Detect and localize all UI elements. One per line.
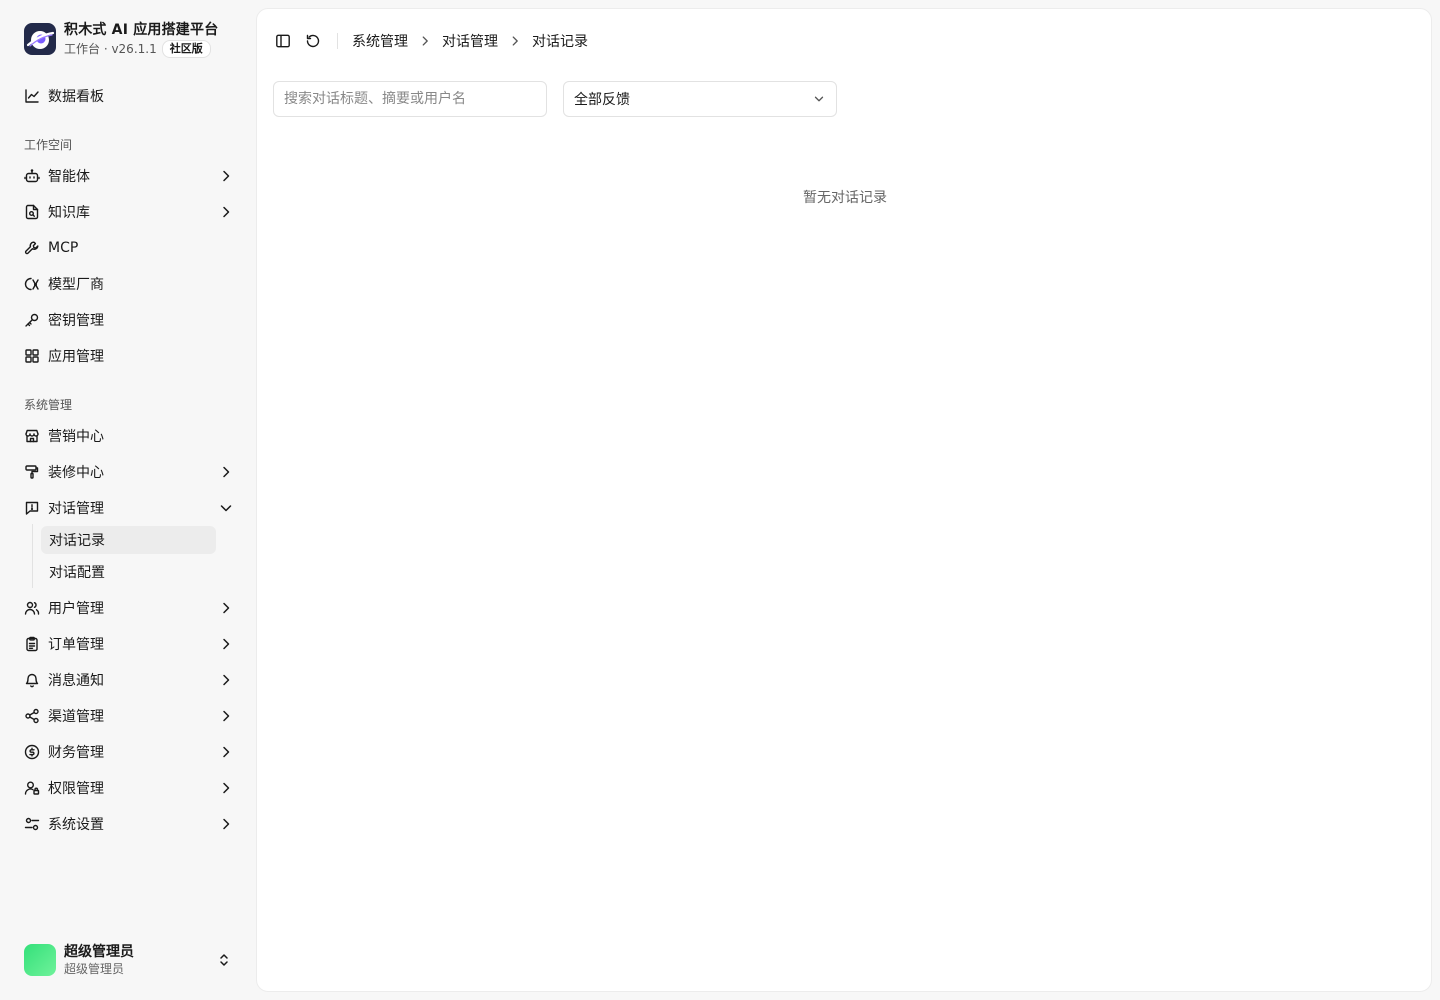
workspace-heading: 工作空间 xyxy=(24,138,73,152)
clipboard-icon xyxy=(24,636,40,652)
chevron-right-icon xyxy=(223,602,230,614)
file-search-icon xyxy=(24,204,40,220)
chevron-right-icon xyxy=(223,170,230,182)
chevrons-up-down-icon xyxy=(220,954,228,966)
sidebar-item-apps[interactable]: 应用管理 xyxy=(16,340,240,372)
chevron-right-icon xyxy=(223,466,230,478)
chevron-right-icon xyxy=(223,818,230,830)
sidebar-item-users[interactable]: 用户管理 xyxy=(16,592,240,624)
grid-icon xyxy=(24,348,40,364)
chevron-right-icon xyxy=(422,36,428,46)
message-icon xyxy=(24,500,40,516)
toolbar-divider xyxy=(337,33,338,49)
panel-left-icon xyxy=(276,34,290,48)
line-chart-icon xyxy=(24,88,40,104)
sidebar-item-label: 渠道管理 xyxy=(48,709,104,725)
breadcrumb-item[interactable]: 对话管理 xyxy=(442,31,498,51)
bot-icon xyxy=(24,168,40,184)
sidebar-subitem-conversation-config[interactable]: 对话配置 xyxy=(41,558,216,586)
sidebar-item-label: 订单管理 xyxy=(48,637,104,653)
chevron-right-icon xyxy=(223,782,230,794)
sidebar-item-notifications[interactable]: 消息通知 xyxy=(16,664,240,696)
sidebar-item-label: 数据看板 xyxy=(48,89,104,105)
feedback-filter-value: 全部反馈 xyxy=(574,92,630,108)
chevron-down-icon xyxy=(220,505,232,512)
edition-badge: 社区版 xyxy=(161,40,211,58)
brand[interactable]: 积木式 AI 应用搭建平台 工作台 · v26.1.1 社区版 xyxy=(24,20,218,58)
sidebar-item-permissions[interactable]: 权限管理 xyxy=(16,772,240,804)
chevron-right-icon xyxy=(223,206,230,218)
app-root: 积木式 AI 应用搭建平台 工作台 · v26.1.1 社区版 数据看板 工作空… xyxy=(0,0,1440,1000)
brand-title: 积木式 AI 应用搭建平台 xyxy=(64,22,219,38)
sidebar-item-marketing[interactable]: 营销中心 xyxy=(16,420,240,452)
sidebar-item-label: MCP xyxy=(48,240,79,256)
user-role: 超级管理员 xyxy=(64,962,125,976)
settings-sliders-icon xyxy=(24,816,40,832)
sidebar-item-dashboard[interactable]: 数据看板 xyxy=(16,80,240,112)
sidebar-item-label: 智能体 xyxy=(48,169,90,185)
system-heading: 系统管理 xyxy=(24,398,73,412)
sidebar-item-conversations[interactable]: 对话管理 xyxy=(16,492,240,524)
brand-logo xyxy=(24,23,56,55)
users-icon xyxy=(24,600,40,616)
sidebar-item-label: 财务管理 xyxy=(48,745,104,761)
sidebar-item-model-vendors[interactable]: 模型厂商 xyxy=(16,268,240,300)
chevron-right-icon xyxy=(512,36,518,46)
sidebar-item-label: 营销中心 xyxy=(48,429,104,445)
breadcrumb: 系统管理 对话管理 对话记录 xyxy=(352,31,588,51)
sidebar-item-label: 权限管理 xyxy=(48,781,104,797)
sidebar-toggle-button[interactable] xyxy=(273,31,293,51)
chevron-down-icon xyxy=(814,96,824,102)
chevron-right-icon xyxy=(223,638,230,650)
chevron-right-icon xyxy=(223,674,230,686)
brand-version: 工作台 · v26.1.1 xyxy=(64,42,157,56)
key-icon xyxy=(24,312,40,328)
user-menu[interactable]: 超级管理员 超级管理员 xyxy=(24,940,240,980)
empty-state-text: 暂无对话记录 xyxy=(803,190,887,206)
sidebar-subitem-conversation-records[interactable]: 对话记录 xyxy=(41,526,216,554)
sidebar-item-label: 消息通知 xyxy=(48,673,104,689)
paint-roller-icon xyxy=(24,464,40,480)
sidebar-item-label: 模型厂商 xyxy=(48,277,104,293)
feedback-filter-select[interactable]: 全部反馈 xyxy=(563,81,837,117)
sidebar-item-label: 密钥管理 xyxy=(48,313,104,329)
sidebar-item-agents[interactable]: 智能体 xyxy=(16,160,240,192)
breadcrumb-current: 对话记录 xyxy=(532,34,588,50)
sidebar-item-label: 知识库 xyxy=(48,205,90,221)
user-lock-icon xyxy=(24,780,40,796)
sidebar-item-label: 装修中心 xyxy=(48,465,104,481)
refresh-icon xyxy=(306,34,320,48)
sidebar-item-keys[interactable]: 密钥管理 xyxy=(16,304,240,336)
sidebar-item-mcp[interactable]: MCP xyxy=(16,232,240,264)
sidebar-item-label: 对话管理 xyxy=(48,501,104,517)
sidebar-item-knowledge[interactable]: 知识库 xyxy=(16,196,240,228)
sidebar-item-orders[interactable]: 订单管理 xyxy=(16,628,240,660)
sidebar-item-decoration[interactable]: 装修中心 xyxy=(16,456,240,488)
sidebar-item-finance[interactable]: 财务管理 xyxy=(16,736,240,768)
top-bar: 系统管理 对话管理 对话记录 xyxy=(273,29,588,53)
dollar-icon xyxy=(24,744,40,760)
model-icon xyxy=(24,276,40,292)
breadcrumb-item[interactable]: 系统管理 xyxy=(352,31,408,51)
bell-icon xyxy=(24,672,40,688)
share-icon xyxy=(24,708,40,724)
sidebar-item-settings[interactable]: 系统设置 xyxy=(16,808,240,840)
user-name: 超级管理员 xyxy=(64,944,134,960)
sidebar-item-label: 应用管理 xyxy=(48,349,104,365)
sidebar-item-label: 系统设置 xyxy=(48,817,104,833)
search-input[interactable] xyxy=(273,81,547,117)
submenu-rail xyxy=(32,524,33,588)
store-icon xyxy=(24,428,40,444)
sidebar-subitem-label: 对话记录 xyxy=(49,533,105,549)
sidebar-item-label: 用户管理 xyxy=(48,601,104,617)
chevron-right-icon xyxy=(223,746,230,758)
sidebar-subitem-label: 对话配置 xyxy=(49,565,105,581)
sidebar: 积木式 AI 应用搭建平台 工作台 · v26.1.1 社区版 数据看板 工作空… xyxy=(0,0,256,1000)
sidebar-item-channels[interactable]: 渠道管理 xyxy=(16,700,240,732)
wrench-icon xyxy=(24,240,40,256)
avatar xyxy=(24,944,56,976)
chevron-right-icon xyxy=(223,710,230,722)
main-panel: 系统管理 对话管理 对话记录 全部反馈 暂无对话记录 xyxy=(256,8,1432,992)
refresh-button[interactable] xyxy=(303,31,323,51)
